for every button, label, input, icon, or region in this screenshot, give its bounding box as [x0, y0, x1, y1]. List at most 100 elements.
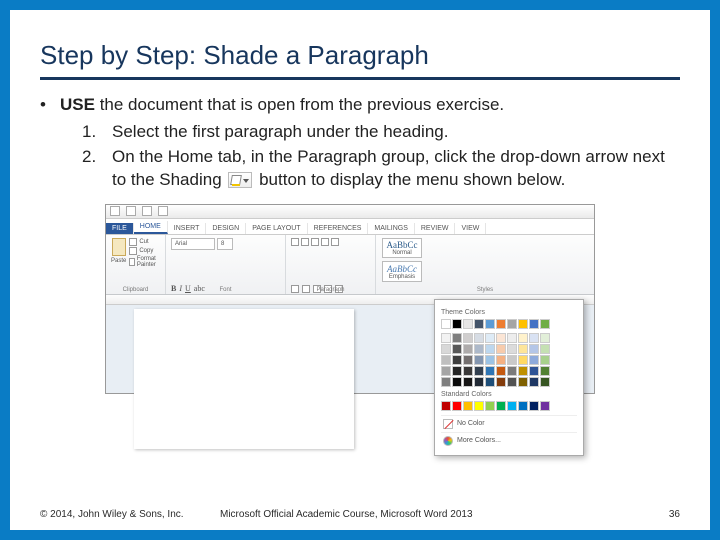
color-swatch[interactable] [518, 366, 528, 376]
color-swatch[interactable] [485, 344, 495, 354]
color-swatch[interactable] [452, 333, 462, 343]
color-swatch[interactable] [496, 401, 506, 411]
color-swatch[interactable] [507, 355, 517, 365]
color-swatch[interactable] [441, 355, 451, 365]
undo-icon[interactable] [142, 206, 152, 216]
color-swatch[interactable] [441, 344, 451, 354]
tab-pagelayout[interactable]: PAGE LAYOUT [246, 223, 307, 234]
color-swatch[interactable] [485, 333, 495, 343]
redo-icon[interactable] [158, 206, 168, 216]
color-swatch[interactable] [540, 366, 550, 376]
color-swatch[interactable] [452, 377, 462, 387]
more-colors-item[interactable]: More Colors... [441, 432, 577, 449]
color-swatch[interactable] [452, 319, 462, 329]
color-swatch[interactable] [507, 333, 517, 343]
color-swatch[interactable] [452, 344, 462, 354]
color-swatch[interactable] [540, 344, 550, 354]
color-swatch[interactable] [507, 401, 517, 411]
color-swatch[interactable] [529, 344, 539, 354]
color-swatch[interactable] [441, 333, 451, 343]
tab-view[interactable]: VIEW [455, 223, 486, 234]
format-painter-button[interactable]: Format Painter [129, 256, 160, 268]
color-swatch[interactable] [496, 319, 506, 329]
color-swatch[interactable] [463, 377, 473, 387]
color-swatch[interactable] [485, 355, 495, 365]
color-swatch[interactable] [441, 401, 451, 411]
cut-button[interactable]: Cut [129, 238, 160, 246]
style-emphasis[interactable]: AaBbCc Emphasis [382, 261, 422, 282]
font-size-select[interactable]: 8 [217, 238, 233, 250]
no-color-item[interactable]: No Color [441, 415, 577, 432]
tab-review[interactable]: REVIEW [415, 223, 456, 234]
color-swatch[interactable] [485, 366, 495, 376]
style-normal[interactable]: AaBbCc Normal [382, 238, 422, 259]
color-swatch[interactable] [485, 401, 495, 411]
color-swatch[interactable] [463, 319, 473, 329]
color-swatch[interactable] [518, 344, 528, 354]
color-swatch[interactable] [485, 319, 495, 329]
color-swatch[interactable] [507, 344, 517, 354]
color-swatch[interactable] [452, 355, 462, 365]
color-swatch[interactable] [518, 333, 528, 343]
color-swatch[interactable] [474, 333, 484, 343]
color-swatch[interactable] [507, 377, 517, 387]
tab-mailings[interactable]: MAILINGS [368, 223, 414, 234]
color-swatch[interactable] [441, 377, 451, 387]
color-swatch[interactable] [518, 355, 528, 365]
color-swatch[interactable] [507, 319, 517, 329]
color-swatch[interactable] [518, 377, 528, 387]
color-swatch[interactable] [529, 355, 539, 365]
color-swatch[interactable] [496, 366, 506, 376]
color-swatch[interactable] [452, 401, 462, 411]
multilevel-icon[interactable] [311, 238, 319, 246]
color-swatch[interactable] [474, 319, 484, 329]
word-icon[interactable] [110, 206, 120, 216]
color-swatch[interactable] [474, 344, 484, 354]
color-swatch[interactable] [474, 401, 484, 411]
tab-references[interactable]: REFERENCES [308, 223, 369, 234]
numbering-icon[interactable] [301, 238, 309, 246]
color-swatch[interactable] [463, 344, 473, 354]
color-swatch[interactable] [474, 355, 484, 365]
color-swatch[interactable] [496, 344, 506, 354]
copy-button[interactable]: Copy [129, 247, 160, 255]
tab-insert[interactable]: INSERT [168, 223, 207, 234]
tab-file[interactable]: FILE [106, 223, 134, 234]
color-swatch[interactable] [474, 366, 484, 376]
color-swatch[interactable] [496, 377, 506, 387]
color-swatch[interactable] [463, 333, 473, 343]
color-swatch[interactable] [463, 401, 473, 411]
color-swatch[interactable] [463, 366, 473, 376]
color-swatch[interactable] [518, 319, 528, 329]
tab-home[interactable]: HOME [134, 221, 168, 234]
color-swatch[interactable] [485, 377, 495, 387]
color-swatch[interactable] [441, 319, 451, 329]
color-swatch[interactable] [463, 355, 473, 365]
color-swatch[interactable] [496, 355, 506, 365]
color-swatch[interactable] [529, 333, 539, 343]
color-swatch[interactable] [529, 377, 539, 387]
font-group: Arial 8 B I U abc Font [166, 235, 286, 294]
color-swatch[interactable] [452, 366, 462, 376]
color-swatch[interactable] [518, 401, 528, 411]
tab-design[interactable]: DESIGN [206, 223, 246, 234]
color-swatch[interactable] [540, 401, 550, 411]
color-swatch[interactable] [540, 319, 550, 329]
color-swatch[interactable] [540, 355, 550, 365]
paste-button[interactable]: Paste [111, 238, 126, 276]
save-icon[interactable] [126, 206, 136, 216]
color-swatch[interactable] [540, 333, 550, 343]
color-swatch[interactable] [529, 401, 539, 411]
color-swatch[interactable] [540, 377, 550, 387]
increase-indent-icon[interactable] [331, 238, 339, 246]
font-name-select[interactable]: Arial [171, 238, 215, 250]
color-swatch[interactable] [529, 319, 539, 329]
decrease-indent-icon[interactable] [321, 238, 329, 246]
document-page[interactable] [134, 309, 354, 449]
color-swatch[interactable] [529, 366, 539, 376]
color-swatch[interactable] [507, 366, 517, 376]
color-swatch[interactable] [474, 377, 484, 387]
color-swatch[interactable] [496, 333, 506, 343]
bullets-icon[interactable] [291, 238, 299, 246]
color-swatch[interactable] [441, 366, 451, 376]
